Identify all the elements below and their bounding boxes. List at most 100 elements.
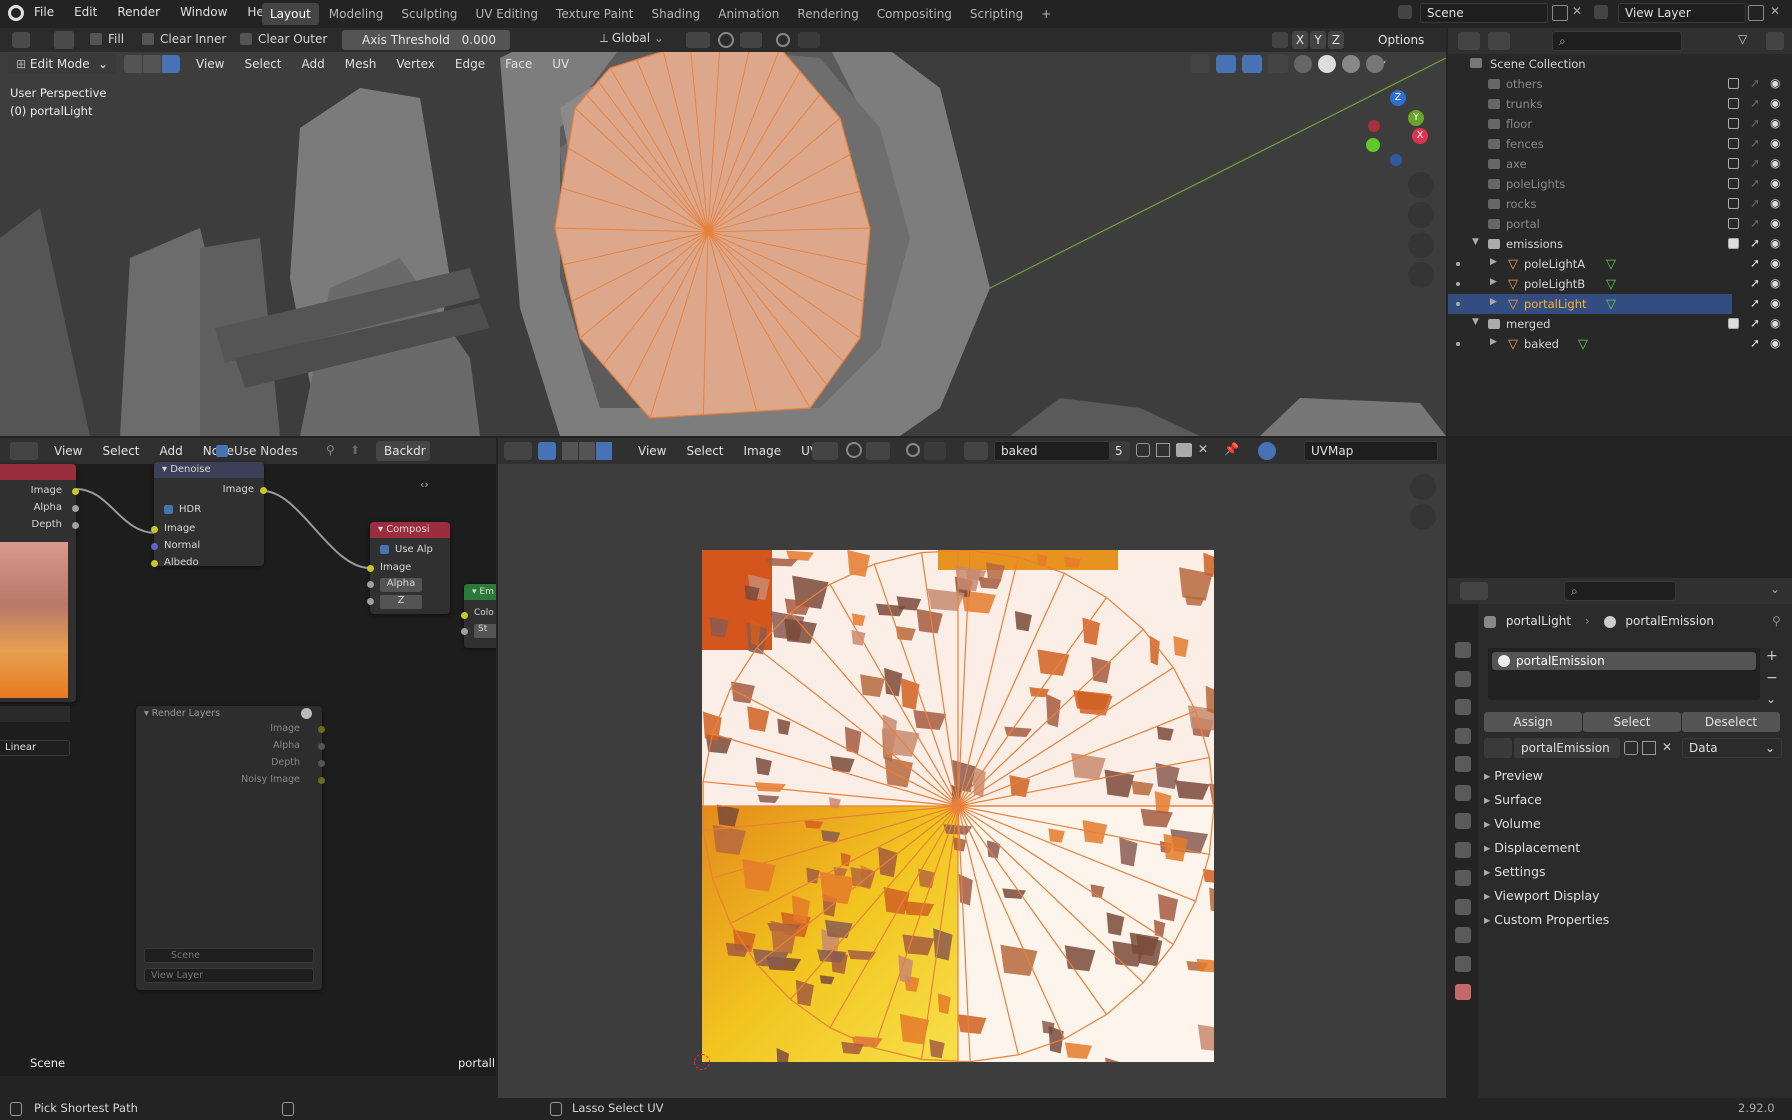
- selectable-arrow-icon[interactable]: ➚: [1750, 316, 1760, 330]
- pivot-point-icon[interactable]: [686, 32, 710, 48]
- emission-in-strength[interactable]: St: [474, 624, 496, 638]
- navigation-gizmo[interactable]: Z Y X: [1362, 90, 1432, 168]
- orientation-dropdown[interactable]: ⟂ Global ⌄: [600, 31, 676, 49]
- material-fake-user-icon[interactable]: [1624, 741, 1638, 755]
- exclude-checkbox[interactable]: [1728, 78, 1739, 89]
- properties-search-input[interactable]: ⌕: [1564, 581, 1676, 601]
- image-browse-icon[interactable]: [964, 442, 988, 460]
- exclude-checkbox[interactable]: [1728, 158, 1739, 169]
- edit-mode-dot-icon[interactable]: [1456, 342, 1460, 346]
- visibility-eye-icon[interactable]: ◉: [1770, 296, 1780, 310]
- visibility-eye-icon[interactable]: ◉: [1770, 336, 1780, 350]
- composite-in-z[interactable]: Z: [380, 595, 422, 609]
- properties-editor-type-icon[interactable]: [1460, 582, 1488, 600]
- select-button[interactable]: Select: [1583, 712, 1681, 732]
- constraints-tab-icon[interactable]: [1455, 927, 1471, 943]
- selectable-arrow-icon[interactable]: ➚: [1750, 76, 1760, 90]
- duplicate-material-icon[interactable]: [1642, 741, 1656, 755]
- tab-modeling[interactable]: Modeling: [321, 3, 392, 25]
- outliner-row-scene-collection[interactable]: Scene Collection: [1448, 54, 1732, 74]
- tab-layout[interactable]: Layout: [262, 3, 319, 25]
- outliner-row[interactable]: trunks ➚ ◉: [1448, 94, 1780, 114]
- proportional-edit-icon[interactable]: [776, 33, 790, 47]
- gizmo-x-axis[interactable]: X: [1412, 128, 1428, 144]
- outliner-row[interactable]: ▼ merged ➚ ◉: [1448, 314, 1780, 334]
- new-image-icon[interactable]: [1156, 443, 1170, 457]
- view-layer-tab-icon[interactable]: [1455, 727, 1471, 744]
- assign-button[interactable]: Assign: [1484, 712, 1582, 732]
- uv-map-field[interactable]: UVMap: [1304, 441, 1438, 461]
- knife-tool-icon[interactable]: [54, 31, 74, 49]
- modifiers-tab-icon[interactable]: [1455, 841, 1471, 858]
- mirror-icon[interactable]: [1272, 32, 1288, 48]
- visibility-icon[interactable]: [1190, 55, 1210, 73]
- delete-view-layer-icon[interactable]: ✕: [1770, 4, 1780, 18]
- material-name-field[interactable]: portalEmission: [1514, 738, 1620, 758]
- visibility-eye-icon[interactable]: ◉: [1770, 196, 1780, 210]
- selectable-arrow-icon[interactable]: ➚: [1750, 336, 1760, 350]
- gizmo-z-axis[interactable]: Z: [1390, 90, 1406, 106]
- selectable-arrow-icon[interactable]: ➚: [1750, 296, 1760, 310]
- material-tab-icon[interactable]: [1455, 984, 1471, 1000]
- exclude-checkbox[interactable]: [1728, 178, 1739, 189]
- xray-toggle-icon[interactable]: [1268, 55, 1288, 73]
- scene-selector[interactable]: Scene: [1420, 3, 1548, 23]
- exclude-checkbox[interactable]: [1728, 238, 1739, 249]
- outliner-row[interactable]: ▶ ▽ ▽ poleLightA ➚ ◉: [1448, 254, 1780, 274]
- tab-scripting[interactable]: Scripting: [962, 3, 1031, 25]
- uv-pin-icon[interactable]: 📌: [1224, 442, 1239, 456]
- properties-panel-viewport-display[interactable]: ▸ Viewport Display: [1484, 888, 1790, 910]
- outliner-row[interactable]: fences ➚ ◉: [1448, 134, 1780, 154]
- viewport-menu-select[interactable]: Select: [234, 57, 291, 71]
- clear-inner-checkbox[interactable]: Clear Inner: [142, 32, 226, 46]
- 2d-cursor-icon[interactable]: [694, 1054, 710, 1070]
- scene-tab-icon[interactable]: [1455, 756, 1471, 772]
- filter-icon[interactable]: ▽: [1738, 32, 1758, 50]
- expand-arrow-icon[interactable]: ▶: [1490, 337, 1497, 347]
- use-alpha-checkbox[interactable]: Use Alp: [380, 544, 433, 555]
- selectable-arrow-icon[interactable]: ➚: [1750, 96, 1760, 110]
- uv-snap-target-icon[interactable]: [866, 442, 890, 460]
- image-interpolation-dropdown[interactable]: Linear: [0, 740, 70, 756]
- view-layer-icon[interactable]: [1594, 4, 1614, 22]
- zoom-icon[interactable]: [1408, 172, 1434, 198]
- exclude-checkbox[interactable]: [1728, 98, 1739, 109]
- gizmo-y-axis[interactable]: Y: [1408, 110, 1424, 126]
- fill-checkbox[interactable]: Fill: [90, 32, 124, 46]
- node-editor[interactable]: View Select Add Node Use Nodes ⚲ ⬆ Backd…: [0, 438, 496, 1076]
- deselect-button[interactable]: Deselect: [1682, 712, 1780, 732]
- viewport-menu-face[interactable]: Face: [495, 57, 542, 71]
- visibility-eye-icon[interactable]: ◉: [1770, 176, 1780, 190]
- display-mode-icon[interactable]: [1488, 32, 1510, 50]
- tab-texture-paint[interactable]: Texture Paint: [548, 3, 641, 25]
- expand-arrow-icon[interactable]: ▶: [1490, 257, 1497, 267]
- exclude-checkbox[interactable]: [1728, 218, 1739, 229]
- outliner-row[interactable]: ▶ ▽ ▽ baked ➚ ◉: [1448, 334, 1780, 354]
- selectable-arrow-icon[interactable]: ➚: [1750, 196, 1760, 210]
- solid-shading-icon[interactable]: [1318, 55, 1336, 73]
- outliner-row[interactable]: ▶ ▽ ▽ portalLight ➚ ◉: [1448, 294, 1780, 314]
- properties-panel-settings[interactable]: ▸ Settings: [1484, 864, 1790, 886]
- mesh-data-icon[interactable]: ▽: [1606, 297, 1616, 312]
- outliner-editor-type-icon[interactable]: [1458, 32, 1480, 50]
- mesh-data-icon[interactable]: ▽: [1606, 277, 1616, 292]
- hdr-checkbox[interactable]: HDR: [164, 504, 201, 515]
- tab-rendering[interactable]: Rendering: [789, 3, 866, 25]
- mirror-y-button[interactable]: Y: [1310, 31, 1326, 49]
- image-node-header[interactable]: [0, 464, 76, 480]
- visibility-eye-icon[interactable]: ◉: [1770, 96, 1780, 110]
- material-slot-item[interactable]: portalEmission: [1492, 652, 1756, 670]
- uv-face-mode-icon[interactable]: [596, 442, 612, 460]
- slot-specials-icon[interactable]: ⌄: [1766, 692, 1776, 706]
- new-scene-icon[interactable]: [1552, 5, 1568, 21]
- composite-node-header[interactable]: ▾ Composi: [370, 522, 450, 538]
- emission-node[interactable]: ▾ Em Colo St: [461, 584, 496, 648]
- menu-file[interactable]: File: [24, 5, 64, 19]
- outliner-row[interactable]: ▶ ▽ ▽ poleLightB ➚ ◉: [1448, 274, 1780, 294]
- open-image-icon[interactable]: [1176, 443, 1192, 457]
- overlays-toggle-icon[interactable]: [1242, 55, 1262, 73]
- composite-in-alpha[interactable]: Alpha: [380, 578, 422, 592]
- uv-edge-mode-icon[interactable]: [579, 442, 595, 460]
- tab-animation[interactable]: Animation: [710, 3, 787, 25]
- world-tab-icon[interactable]: [1455, 784, 1471, 801]
